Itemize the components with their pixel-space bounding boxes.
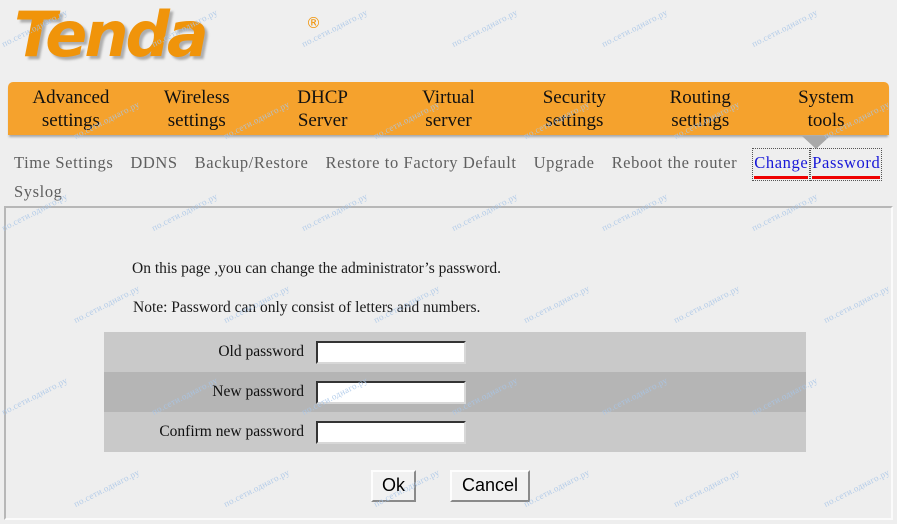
sub-navigation: Time Settings DDNS Backup/Restore Restore t…	[0, 148, 897, 205]
subnav-item-restore-to-factory-default[interactable]: Restore to Factory Default	[325, 150, 516, 176]
registered-trademark-icon: ®	[306, 14, 321, 32]
nav-item-label-line2: server	[425, 109, 472, 131]
nav-item-label-line1: Wireless	[163, 86, 230, 108]
nav-item-label-line2: settings	[545, 109, 604, 131]
active-tab-pointer-icon	[802, 136, 830, 149]
nav-item-virtual[interactable]: Virtual server	[386, 82, 512, 135]
nav-item-label-line1: Advanced	[32, 86, 110, 108]
input-old-password[interactable]	[316, 340, 466, 364]
nav-item-label-line2: tools	[807, 109, 845, 131]
form-button-bar: Ok Cancel	[6, 470, 895, 502]
input-new-password[interactable]	[316, 380, 466, 404]
nav-item-label-line1: Virtual	[422, 86, 475, 108]
table-row: Old password	[104, 332, 806, 372]
subnav-item-upgrade[interactable]: Upgrade	[534, 150, 595, 176]
subnav-item-time-settings[interactable]: Time Settings	[14, 150, 113, 176]
logo-text: Tenda	[14, 0, 209, 71]
page-header: Tenda ®	[0, 0, 897, 80]
nav-item-routing[interactable]: Routing settings	[637, 82, 763, 135]
field-label: New password	[212, 383, 304, 400]
table-row: Confirm new password	[104, 412, 806, 452]
table-row: New password	[104, 372, 806, 412]
password-note: Note: Password can only consist of lette…	[133, 299, 481, 316]
subnav-item-ddns[interactable]: DDNS	[130, 150, 177, 176]
nav-item-label-line2: Server	[297, 109, 348, 131]
nav-item-system[interactable]: System tools	[763, 82, 889, 135]
nav-item-dhcp[interactable]: DHCP Server	[260, 82, 386, 135]
nav-item-advanced[interactable]: Advanced settings	[8, 82, 134, 135]
nav-item-label-line2: settings	[167, 109, 226, 131]
field-label: Old password	[218, 343, 304, 360]
subnav-item-syslog[interactable]: Syslog	[14, 179, 63, 205]
nav-item-label-line2: settings	[41, 109, 100, 131]
subnav-item-reboot-the-router[interactable]: Reboot the router	[612, 150, 738, 176]
field-label: Confirm new password	[159, 423, 304, 440]
input-confirm-new-password[interactable]	[316, 420, 466, 444]
subnav-item-password[interactable]: Password	[810, 148, 883, 181]
change-password-form: Old password New password Confirm new pass…	[104, 332, 806, 452]
nav-item-label-line1: Routing	[669, 86, 731, 108]
tenda-logo: Tenda	[14, 0, 209, 72]
nav-item-label-line1: System	[798, 86, 855, 108]
nav-item-label-line2: settings	[671, 109, 730, 131]
page-description: On this page ,you can change the adminis…	[132, 260, 502, 277]
ok-button[interactable]: Ok	[370, 470, 416, 502]
main-navigation: Advanced settings Wireless settings DHCP Serv…	[8, 82, 889, 135]
nav-item-label-line1: Security	[542, 86, 607, 108]
subnav-item-change[interactable]: Change	[752, 148, 811, 181]
nav-item-security[interactable]: Security settings	[511, 82, 637, 135]
subnav-item-backup-restore[interactable]: Backup/Restore	[195, 150, 309, 176]
cancel-button[interactable]: Cancel	[449, 470, 531, 502]
nav-item-label-line1: DHCP	[297, 86, 348, 108]
nav-item-wireless[interactable]: Wireless settings	[134, 82, 260, 135]
content-panel: On this page ,you can change the adminis…	[4, 206, 893, 520]
